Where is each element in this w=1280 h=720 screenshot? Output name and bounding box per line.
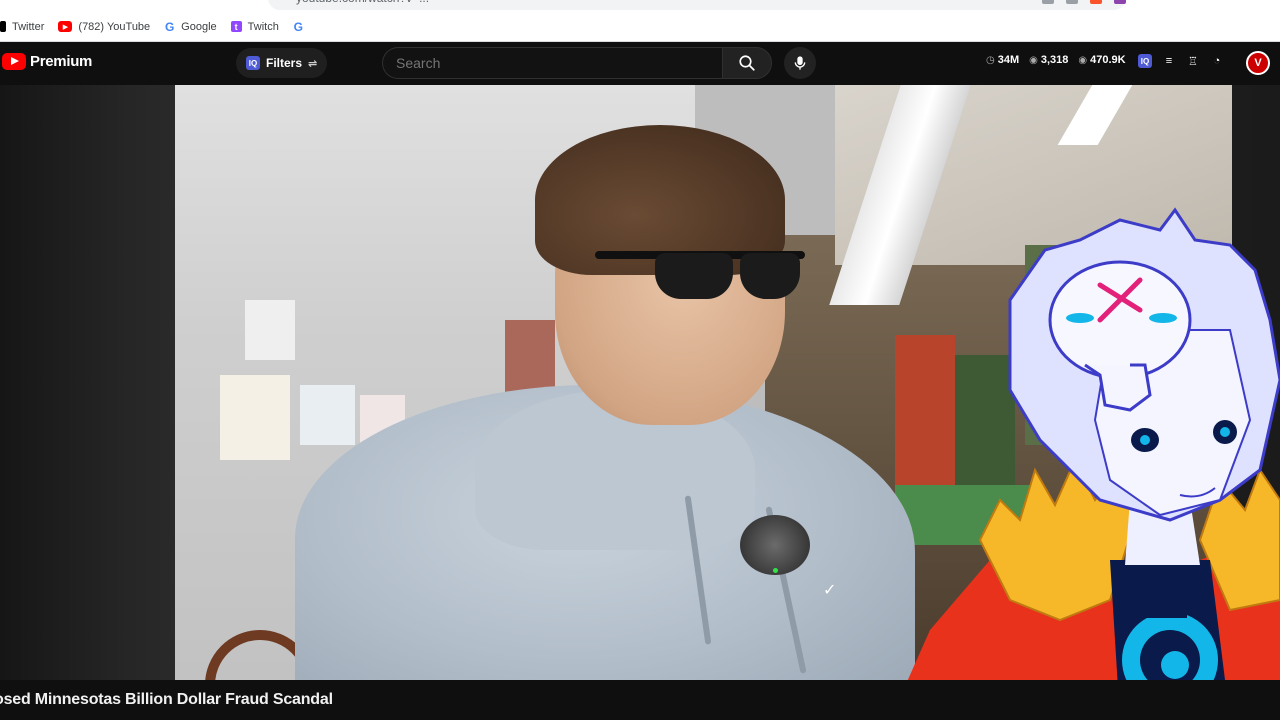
eye-icon: ◉ (1029, 54, 1038, 66)
notification-icon[interactable]: ◔ (1210, 54, 1224, 68)
total-views-value: 470.9K (1090, 54, 1126, 66)
nike-logo-icon: ✓ (823, 582, 837, 599)
filters-label: Filters (266, 56, 303, 70)
scene-poster (300, 385, 355, 445)
logo-text: Premium (30, 53, 93, 70)
search-button[interactable] (722, 47, 772, 79)
sliders-icon: ⇌ (308, 57, 318, 70)
filters-button[interactable]: IQ Filters ⇌ (236, 48, 328, 78)
eye-icon: ◉ (1078, 54, 1088, 66)
bookmark-label: (782) YouTube (78, 20, 151, 33)
browser-extension-icons (1042, 0, 1126, 4)
lavalier-mic (740, 515, 810, 575)
duration-value: 34M (997, 54, 1020, 66)
header-actions: IQ ≡ ♖ ◔ (1138, 54, 1224, 68)
extension-icon[interactable] (1066, 0, 1078, 4)
google-icon: G (293, 19, 304, 34)
bookmark-label: Twitter (12, 20, 45, 33)
x-icon (0, 21, 6, 32)
twitch-icon: t (230, 21, 242, 32)
duration-stat: ◷ 34M (986, 54, 1019, 66)
trophy-icon[interactable]: ♖ (1186, 54, 1200, 68)
scene-poster (245, 300, 295, 360)
youtube-play-icon (2, 53, 26, 70)
extension-icon[interactable] (1114, 0, 1126, 4)
video-stats: ◷ 34M ◉ 3,318 ◉ 470.9K (986, 54, 1126, 66)
iq-extension-icon[interactable]: IQ (1138, 54, 1152, 68)
mic-led (773, 568, 778, 573)
video-title: osed Minnesotas Billion Dollar Fraud Sca… (0, 691, 333, 708)
bookmark-label: Google (181, 20, 217, 33)
youtube-icon: ▶ (58, 21, 73, 32)
search-input[interactable] (382, 47, 722, 79)
microphone-icon (794, 56, 806, 70)
bookmark-youtube[interactable]: ▶ (782) YouTube (58, 21, 150, 33)
scene-clothes (1025, 245, 1095, 445)
search-icon (739, 55, 755, 71)
iq-extension-icon: IQ (246, 56, 260, 70)
youtube-premium-logo[interactable]: Premium (2, 53, 92, 70)
total-views-stat: ◉ 470.9K (1078, 54, 1125, 66)
scene-clothes (955, 355, 1015, 485)
list-icon[interactable]: ≡ (1162, 54, 1176, 68)
browser-titlebar: youtube.com/watch?v=... (0, 0, 1280, 12)
views-value: 3,318 (1040, 54, 1069, 66)
extension-icon[interactable] (1042, 0, 1054, 4)
google-icon: G (165, 19, 175, 34)
bookmarks-bar: Twitter ▶ (782) YouTube G Google t Twitc… (0, 12, 1280, 42)
bookmark-twitch[interactable]: t Twitch (230, 20, 279, 33)
youtube-header: Premium IQ Filters ⇌ ◷ 34M ◉ 3,318 ◉ 470… (0, 42, 1280, 85)
bookmark-google[interactable]: G Google (164, 19, 217, 34)
bookmark-google-2[interactable]: G (293, 19, 304, 34)
scene-poster (220, 375, 290, 460)
bookmark-label: Twitch (247, 20, 279, 33)
bookmark-twitter[interactable]: Twitter (0, 21, 44, 33)
address-bar[interactable]: youtube.com/watch?v=... (268, 0, 1126, 10)
scene-shelf (895, 485, 1035, 545)
brave-shield-icon[interactable] (1090, 0, 1102, 4)
account-avatar[interactable]: V (1246, 51, 1270, 75)
views-stat: ◉ 3,318 (1029, 54, 1068, 66)
voice-search-button[interactable] (784, 47, 816, 79)
sunglasses (595, 247, 805, 301)
video-player[interactable]: ✓ (175, 85, 1232, 680)
scene-clothes (895, 335, 955, 495)
clock-icon: ◷ (986, 54, 995, 66)
